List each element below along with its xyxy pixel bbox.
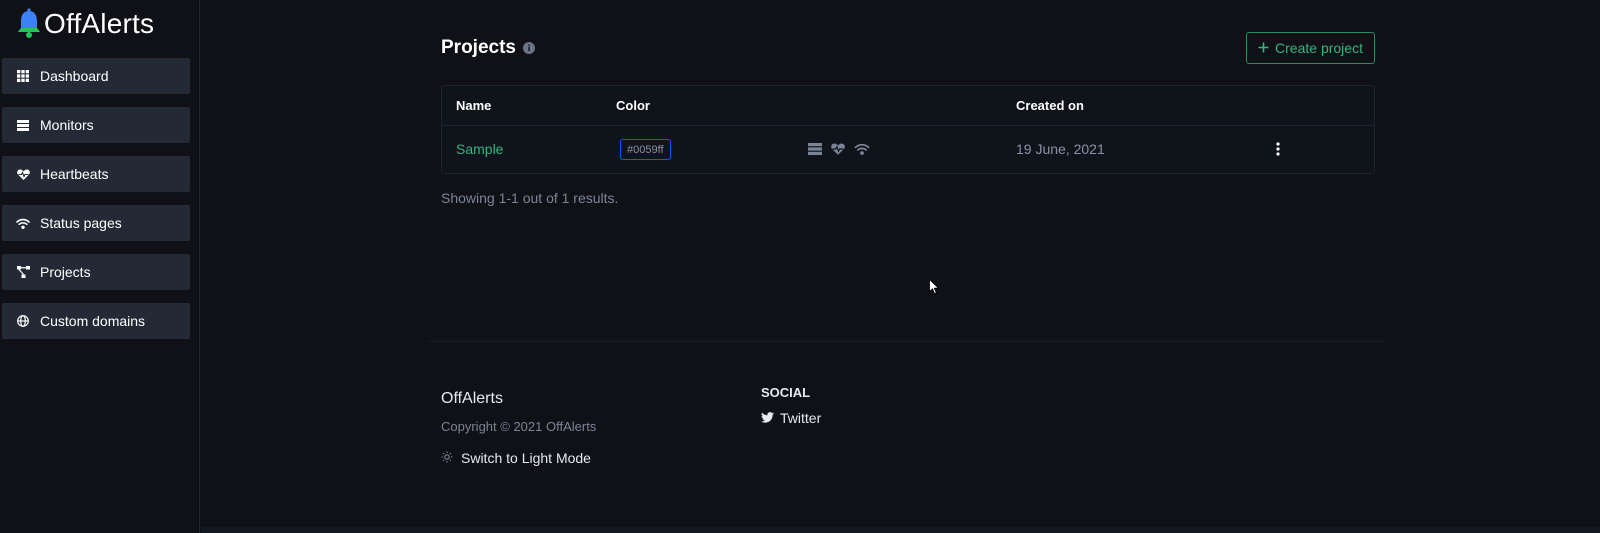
- sidebar-item-label: Custom domains: [40, 313, 146, 329]
- create-project-label: Create project: [1275, 40, 1363, 56]
- create-project-button[interactable]: Create project: [1246, 32, 1375, 64]
- sidebar-item-status-pages[interactable]: Status pages: [2, 205, 190, 241]
- twitter-label: Twitter: [780, 410, 822, 426]
- more-options-icon[interactable]: [1276, 142, 1280, 159]
- sidebar-item-projects[interactable]: Projects: [2, 254, 190, 290]
- social-heading: SOCIAL: [761, 385, 811, 400]
- sidebar-item-custom-domains[interactable]: Custom domains: [2, 303, 190, 339]
- info-icon[interactable]: [523, 41, 535, 59]
- wifi-icon: [16, 216, 30, 230]
- color-badge: #0059ff: [620, 139, 671, 160]
- sidebar-item-dashboard[interactable]: Dashboard: [2, 58, 190, 94]
- project-name-link[interactable]: Sample: [456, 141, 503, 157]
- grid-icon: [16, 69, 30, 83]
- twitter-link[interactable]: Twitter: [761, 410, 821, 426]
- table-row: Sample #0059ff 19 June, 2021: [442, 126, 1374, 174]
- sidebar-item-label: Monitors: [40, 117, 94, 133]
- page-title: Projects: [441, 37, 516, 58]
- sidebar-item-label: Projects: [40, 264, 91, 280]
- main-content: Projects Create project Name Color Creat…: [201, 0, 1600, 533]
- sidebar-item-label: Status pages: [40, 215, 122, 231]
- wifi-icon[interactable]: [854, 142, 870, 158]
- list-icon: [16, 118, 30, 132]
- footer-brand: OffAlerts: [441, 390, 503, 407]
- plus-icon: [1258, 40, 1269, 56]
- bottom-edge: [201, 527, 1600, 533]
- column-header-color[interactable]: Color: [616, 98, 650, 113]
- sidebar-item-heartbeats[interactable]: Heartbeats: [2, 156, 190, 192]
- app-root: OffAlerts Dashboard Monitors Heartbeats …: [0, 0, 1600, 533]
- sidebar-item-label: Heartbeats: [40, 166, 109, 182]
- theme-toggle[interactable]: Switch to Light Mode: [441, 450, 591, 466]
- footer-divider: [429, 341, 1385, 342]
- heart-pulse-icon[interactable]: [831, 142, 845, 158]
- projects-table: Name Color Created on Sample #0059ff 19 …: [441, 85, 1375, 174]
- bell-logo-icon: [18, 8, 40, 38]
- footer-copyright: Copyright © 2021 OffAlerts: [441, 419, 597, 434]
- table-header: Name Color Created on: [442, 86, 1374, 126]
- brand-logo[interactable]: OffAlerts: [16, 6, 154, 42]
- list-icon[interactable]: [808, 142, 822, 158]
- mouse-cursor-icon: [929, 278, 940, 300]
- pagination-summary: Showing 1-1 out of 1 results.: [441, 190, 619, 206]
- column-header-name[interactable]: Name: [456, 98, 491, 113]
- heart-pulse-icon: [16, 167, 30, 181]
- created-date: 19 June, 2021: [1016, 141, 1105, 157]
- theme-toggle-label: Switch to Light Mode: [461, 450, 591, 466]
- sidebar: OffAlerts Dashboard Monitors Heartbeats …: [0, 0, 200, 533]
- column-header-created[interactable]: Created on: [1016, 98, 1084, 113]
- project-diagram-icon: [16, 265, 30, 279]
- sun-icon: [441, 450, 453, 466]
- project-resource-icons: [808, 142, 870, 158]
- brand-name: OffAlerts: [44, 8, 155, 39]
- sidebar-item-monitors[interactable]: Monitors: [2, 107, 190, 143]
- sidebar-item-label: Dashboard: [40, 68, 109, 84]
- twitter-icon: [761, 410, 774, 426]
- globe-icon: [16, 314, 30, 328]
